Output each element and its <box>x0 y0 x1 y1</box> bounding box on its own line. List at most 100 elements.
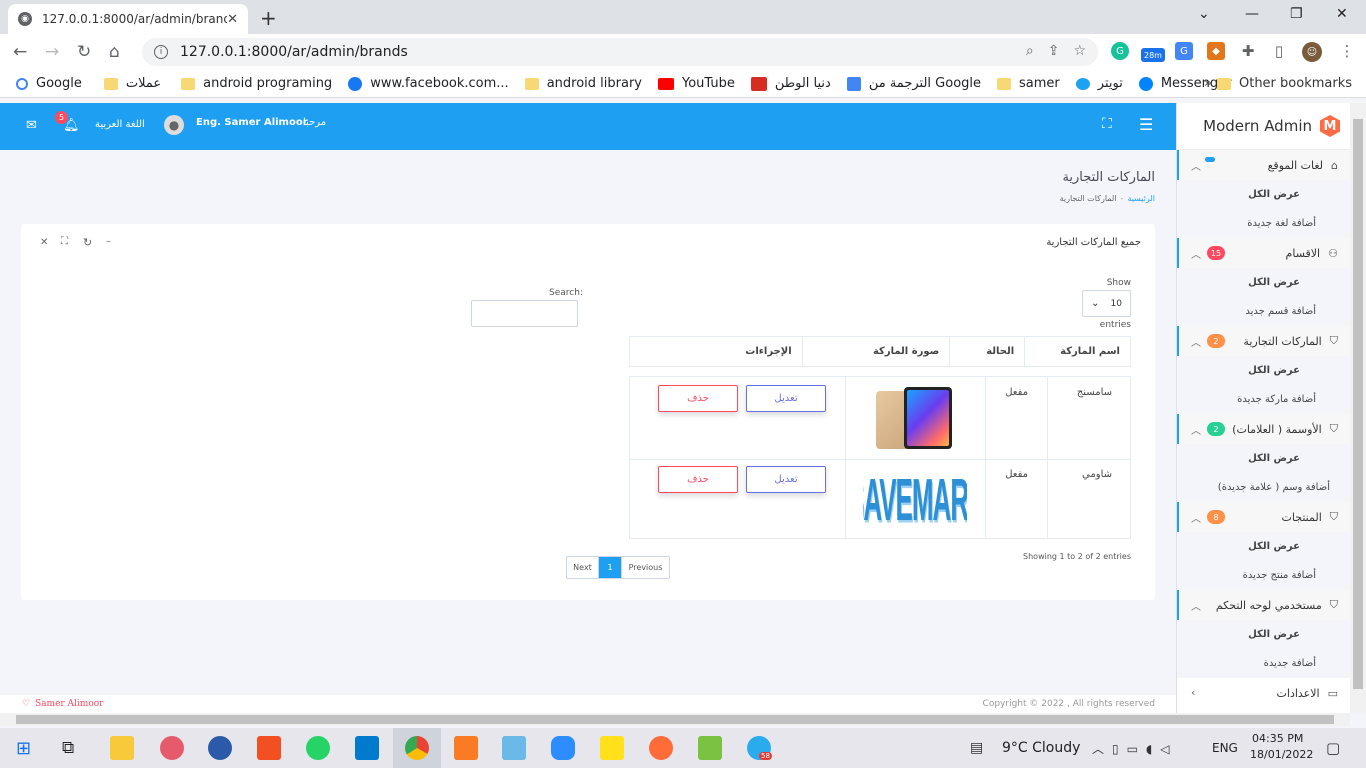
app-icon[interactable] <box>502 736 526 760</box>
sidebar-section-languages[interactable]: ︿ لغات الموقع ⌂ <box>1177 150 1350 180</box>
bookmark-youtube[interactable]: YouTube <box>658 76 735 91</box>
vscode-icon[interactable] <box>355 736 379 760</box>
tool-icon[interactable] <box>698 736 722 760</box>
column-header-status[interactable]: الحالة <box>949 336 1026 367</box>
other-bookmarks[interactable]: Other bookmarks <box>1216 76 1352 91</box>
collapse-card-icon[interactable]: – <box>106 236 111 247</box>
bookmark-facebook[interactable]: www.facebook.com... <box>348 76 509 91</box>
close-window-icon[interactable]: ✕ <box>1336 6 1348 22</box>
grammarly-icon[interactable]: G <box>1111 42 1129 60</box>
sidebar-section-tags[interactable]: ︿ 2 الأوسمة ( العلامات) ⛉ <box>1177 414 1350 444</box>
sidebar-item-add-brand[interactable]: أضافة ماركة جديدة <box>1177 385 1350 414</box>
paint-app-icon[interactable] <box>160 736 184 760</box>
weather-icon[interactable]: ▤ <box>970 740 983 756</box>
weather-text[interactable]: 9°C Cloudy <box>1002 740 1080 756</box>
close-card-icon[interactable]: ✕ <box>40 237 48 248</box>
fullscreen-icon[interactable]: ⛶ <box>1102 116 1112 132</box>
hamburger-menu-icon[interactable]: ☰ <box>1139 115 1153 134</box>
column-header-image[interactable]: صورة الماركة <box>801 336 951 367</box>
horizontal-scrollbar[interactable] <box>0 713 1350 726</box>
chrome-icon[interactable] <box>405 736 429 760</box>
bookmark-samer[interactable]: samer <box>997 76 1060 91</box>
expand-card-icon[interactable]: ⛶ <box>61 236 68 247</box>
forward-icon[interactable]: → <box>45 42 59 62</box>
sidebar-item-add-product[interactable]: أضافة منتج جديدة <box>1177 561 1350 590</box>
edit-button[interactable]: تعديل <box>746 385 826 412</box>
share-icon[interactable]: ⇪ <box>1048 43 1060 59</box>
sidebar-section-products[interactable]: ︿ 8 المنتجات ⛉ <box>1177 502 1350 532</box>
sidebar-section-categories[interactable]: ︿ 15 الاقسام ⚇ <box>1177 238 1350 268</box>
extensions-icon[interactable]: ✚ <box>1239 42 1257 60</box>
file-explorer-icon[interactable] <box>110 736 134 760</box>
bookmark-android-programing[interactable]: android programing <box>181 76 332 91</box>
sticky-notes-icon[interactable] <box>600 736 624 760</box>
sidebar-item-view-all[interactable]: عرض الكل <box>1177 268 1350 297</box>
clock-date[interactable]: 18/01/2022 <box>1250 748 1313 761</box>
whatsapp-icon[interactable] <box>306 736 330 760</box>
windows-start-icon[interactable]: ⊞ <box>16 738 31 759</box>
home-icon[interactable]: ⌂ <box>109 42 120 62</box>
column-header-actions[interactable]: الإجراءات <box>629 336 803 367</box>
clock-time[interactable]: 04:35 PM <box>1252 732 1303 745</box>
delete-button[interactable]: حذف <box>658 466 738 493</box>
restore-icon[interactable]: ❐ <box>1290 6 1303 22</box>
back-icon[interactable]: ← <box>13 42 27 62</box>
metamask-icon[interactable]: ◆ <box>1207 42 1225 60</box>
menu-kebab-icon[interactable]: ⋮ <box>1338 42 1356 60</box>
sidebar-item-view-all[interactable]: عرض الكل <box>1177 356 1350 385</box>
sidebar-item-view-all[interactable]: عرض الكل <box>1177 532 1350 561</box>
bookmark-donya-alwatan[interactable]: دنيا الوطن <box>750 76 831 91</box>
delete-button[interactable]: حذف <box>658 385 738 412</box>
more-bookmarks-icon[interactable]: » <box>1204 76 1212 91</box>
bookmark-twitter[interactable]: تويتر <box>1075 76 1123 91</box>
sidebar-item-add-category[interactable]: أضافة قسم جديد <box>1177 297 1350 326</box>
new-tab-icon[interactable]: + <box>260 6 277 30</box>
sidebar-section-settings[interactable]: ‹ الاعدادات ▭ <box>1177 678 1350 708</box>
profile-avatar[interactable]: ☺ <box>1302 42 1322 62</box>
mail-icon[interactable]: ✉ <box>26 118 37 133</box>
browser-tab[interactable]: ◉ 127.0.0.1:8000/ar/admin/brands ✕ <box>8 4 248 34</box>
address-bar[interactable]: i 127.0.0.1:8000/ar/admin/brands ⌕ ⇪ ☆ <box>142 38 1098 66</box>
reload-icon[interactable]: ↻ <box>77 42 91 62</box>
breadcrumb-home[interactable]: الرئيسية <box>1127 194 1155 203</box>
entries-select[interactable]: ⌄ 10 <box>1082 290 1131 317</box>
word-app-icon[interactable] <box>208 736 232 760</box>
bookmark-android-library[interactable]: android library <box>524 76 642 91</box>
sidebar-item-add-admin[interactable]: أضافة جديدة <box>1177 649 1350 678</box>
bookmark-google-translate[interactable]: الترجمة من Google <box>846 76 981 91</box>
translate-icon[interactable]: G <box>1175 42 1193 60</box>
pagination-previous[interactable]: Previous <box>621 557 669 578</box>
notifications-icon[interactable]: ▢ <box>1326 739 1340 757</box>
reload-card-icon[interactable]: ↻ <box>83 236 92 249</box>
sidebar-item-view-all[interactable]: عرض الكل <box>1177 620 1350 649</box>
xampp-icon[interactable] <box>454 736 478 760</box>
input-language[interactable]: ENG <box>1212 741 1238 755</box>
sidebar-item-view-all[interactable]: عرض الكل <box>1177 180 1350 209</box>
tab-search-icon[interactable]: ⌄ <box>1198 6 1210 22</box>
store-icon[interactable] <box>257 736 281 760</box>
sidebar-item-add-tag[interactable]: أضافة وسم ( علامة جديدة) <box>1177 473 1350 502</box>
pagination-next[interactable]: Next <box>567 557 599 578</box>
sidebar-item-add-language[interactable]: أضافة لغة جديدة <box>1177 209 1350 238</box>
postman-icon[interactable] <box>649 736 673 760</box>
scrollbar-thumb[interactable] <box>1353 119 1363 689</box>
user-name[interactable]: Eng. Samer Alimoor <box>196 117 308 128</box>
brand-name[interactable]: Modern Admin <box>1203 117 1312 135</box>
vertical-scrollbar[interactable] <box>1350 103 1366 713</box>
column-header-name[interactable]: اسم الماركة <box>1024 336 1131 367</box>
sidebar-section-brands[interactable]: ︿ 2 الماركات التجارية ⛉ <box>1177 326 1350 356</box>
bookmark-currencies[interactable]: عملات <box>103 76 161 91</box>
system-tray-icons[interactable]: ︿▯▭◖◁ <box>1092 740 1178 757</box>
close-tab-icon[interactable]: ✕ <box>227 12 238 27</box>
bookmark-star-icon[interactable]: ☆ <box>1073 43 1086 59</box>
zoom-icon[interactable]: ⌕ <box>1026 43 1034 59</box>
search-input[interactable] <box>471 300 578 327</box>
bookmark-google[interactable]: Google <box>16 76 82 91</box>
side-panel-icon[interactable]: ▯ <box>1270 42 1288 60</box>
site-info-icon[interactable]: i <box>154 45 168 59</box>
sidebar-item-view-all[interactable]: عرض الكل <box>1177 444 1350 473</box>
user-avatar[interactable]: ● <box>164 115 184 135</box>
scrollbar-thumb[interactable] <box>16 715 1334 724</box>
sidebar-section-admins[interactable]: ︿ مستخدمي لوحه التحكم ⛉ <box>1177 590 1350 620</box>
language-switch[interactable]: اللغة العربية <box>95 119 145 130</box>
